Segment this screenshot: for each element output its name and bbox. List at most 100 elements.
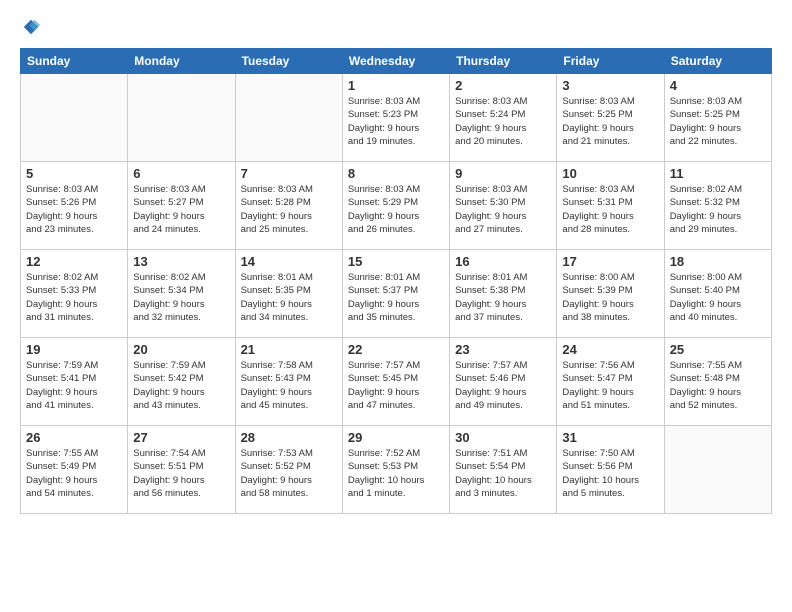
day-number: 23 bbox=[455, 342, 551, 357]
page: SundayMondayTuesdayWednesdayThursdayFrid… bbox=[0, 0, 792, 532]
calendar-day-cell: 30 Sunrise: 7:51 AM Sunset: 5:54 PM Dayli… bbox=[450, 426, 557, 514]
calendar-day-cell: 13 Sunrise: 8:02 AM Sunset: 5:34 PM Dayli… bbox=[128, 250, 235, 338]
day-number: 28 bbox=[241, 430, 337, 445]
day-of-week-header: Thursday bbox=[450, 49, 557, 74]
calendar-day-cell: 9Sunrise: 8:03 AM Sunset: 5:30 PM Daylig… bbox=[450, 162, 557, 250]
calendar-week-row: 12 Sunrise: 8:02 AM Sunset: 5:33 PM Dayli… bbox=[21, 250, 772, 338]
calendar-day-cell: 11 Sunrise: 8:02 AM Sunset: 5:32 PM Dayli… bbox=[664, 162, 771, 250]
day-info: Sunrise: 8:03 AM Sunset: 5:27 PM Dayligh… bbox=[133, 183, 229, 236]
day-info: Sunrise: 8:03 AM Sunset: 5:24 PM Dayligh… bbox=[455, 95, 551, 148]
day-info: Sunrise: 8:03 AM Sunset: 5:29 PM Dayligh… bbox=[348, 183, 444, 236]
calendar-day-cell: 24 Sunrise: 7:56 AM Sunset: 5:47 PM Dayli… bbox=[557, 338, 664, 426]
day-info: Sunrise: 8:01 AM Sunset: 5:37 PM Dayligh… bbox=[348, 271, 444, 324]
calendar-day-cell bbox=[235, 74, 342, 162]
day-info: Sunrise: 8:03 AM Sunset: 5:28 PM Dayligh… bbox=[241, 183, 337, 236]
day-of-week-header: Wednesday bbox=[342, 49, 449, 74]
day-number: 31 bbox=[562, 430, 658, 445]
calendar-day-cell: 23 Sunrise: 7:57 AM Sunset: 5:46 PM Dayli… bbox=[450, 338, 557, 426]
day-of-week-header: Friday bbox=[557, 49, 664, 74]
day-number: 11 bbox=[670, 166, 766, 181]
day-number: 30 bbox=[455, 430, 551, 445]
calendar-day-cell: 19 Sunrise: 7:59 AM Sunset: 5:41 PM Dayli… bbox=[21, 338, 128, 426]
day-info: Sunrise: 8:01 AM Sunset: 5:35 PM Dayligh… bbox=[241, 271, 337, 324]
day-number: 19 bbox=[26, 342, 122, 357]
day-number: 15 bbox=[348, 254, 444, 269]
calendar-day-cell: 12 Sunrise: 8:02 AM Sunset: 5:33 PM Dayli… bbox=[21, 250, 128, 338]
calendar-day-cell: 27 Sunrise: 7:54 AM Sunset: 5:51 PM Dayli… bbox=[128, 426, 235, 514]
day-info: Sunrise: 7:56 AM Sunset: 5:47 PM Dayligh… bbox=[562, 359, 658, 412]
calendar-header-row: SundayMondayTuesdayWednesdayThursdayFrid… bbox=[21, 49, 772, 74]
calendar-day-cell: 17Sunrise: 8:00 AM Sunset: 5:39 PM Dayli… bbox=[557, 250, 664, 338]
day-info: Sunrise: 7:58 AM Sunset: 5:43 PM Dayligh… bbox=[241, 359, 337, 412]
day-info: Sunrise: 7:53 AM Sunset: 5:52 PM Dayligh… bbox=[241, 447, 337, 500]
calendar-day-cell: 26 Sunrise: 7:55 AM Sunset: 5:49 PM Dayli… bbox=[21, 426, 128, 514]
calendar-table: SundayMondayTuesdayWednesdayThursdayFrid… bbox=[20, 48, 772, 514]
calendar-day-cell: 20 Sunrise: 7:59 AM Sunset: 5:42 PM Dayli… bbox=[128, 338, 235, 426]
calendar-day-cell: 5 Sunrise: 8:03 AM Sunset: 5:26 PM Daylig… bbox=[21, 162, 128, 250]
day-number: 10 bbox=[562, 166, 658, 181]
calendar-day-cell: 4 Sunrise: 8:03 AM Sunset: 5:25 PM Daylig… bbox=[664, 74, 771, 162]
day-number: 21 bbox=[241, 342, 337, 357]
calendar-day-cell: 3Sunrise: 8:03 AM Sunset: 5:25 PM Daylig… bbox=[557, 74, 664, 162]
day-number: 4 bbox=[670, 78, 766, 93]
day-number: 20 bbox=[133, 342, 229, 357]
day-info: Sunrise: 8:02 AM Sunset: 5:33 PM Dayligh… bbox=[26, 271, 122, 324]
day-info: Sunrise: 8:03 AM Sunset: 5:31 PM Dayligh… bbox=[562, 183, 658, 236]
day-info: Sunrise: 8:03 AM Sunset: 5:23 PM Dayligh… bbox=[348, 95, 444, 148]
day-info: Sunrise: 8:03 AM Sunset: 5:26 PM Dayligh… bbox=[26, 183, 122, 236]
calendar-day-cell: 22 Sunrise: 7:57 AM Sunset: 5:45 PM Dayli… bbox=[342, 338, 449, 426]
calendar-week-row: 26 Sunrise: 7:55 AM Sunset: 5:49 PM Dayli… bbox=[21, 426, 772, 514]
calendar-week-row: 5 Sunrise: 8:03 AM Sunset: 5:26 PM Daylig… bbox=[21, 162, 772, 250]
calendar-day-cell: 16Sunrise: 8:01 AM Sunset: 5:38 PM Dayli… bbox=[450, 250, 557, 338]
day-info: Sunrise: 8:01 AM Sunset: 5:38 PM Dayligh… bbox=[455, 271, 551, 324]
calendar-day-cell: 14 Sunrise: 8:01 AM Sunset: 5:35 PM Dayli… bbox=[235, 250, 342, 338]
day-info: Sunrise: 7:59 AM Sunset: 5:42 PM Dayligh… bbox=[133, 359, 229, 412]
day-number: 12 bbox=[26, 254, 122, 269]
day-info: Sunrise: 8:03 AM Sunset: 5:25 PM Dayligh… bbox=[670, 95, 766, 148]
calendar-day-cell: 10 Sunrise: 8:03 AM Sunset: 5:31 PM Dayli… bbox=[557, 162, 664, 250]
calendar-day-cell: 29 Sunrise: 7:52 AM Sunset: 5:53 PM Dayli… bbox=[342, 426, 449, 514]
day-number: 25 bbox=[670, 342, 766, 357]
calendar-day-cell: 6 Sunrise: 8:03 AM Sunset: 5:27 PM Daylig… bbox=[128, 162, 235, 250]
day-number: 14 bbox=[241, 254, 337, 269]
logo bbox=[20, 18, 40, 38]
day-of-week-header: Tuesday bbox=[235, 49, 342, 74]
day-info: Sunrise: 8:02 AM Sunset: 5:34 PM Dayligh… bbox=[133, 271, 229, 324]
day-number: 13 bbox=[133, 254, 229, 269]
day-number: 27 bbox=[133, 430, 229, 445]
day-number: 8 bbox=[348, 166, 444, 181]
day-number: 29 bbox=[348, 430, 444, 445]
day-number: 1 bbox=[348, 78, 444, 93]
day-info: Sunrise: 7:57 AM Sunset: 5:45 PM Dayligh… bbox=[348, 359, 444, 412]
day-info: Sunrise: 8:00 AM Sunset: 5:40 PM Dayligh… bbox=[670, 271, 766, 324]
day-of-week-header: Saturday bbox=[664, 49, 771, 74]
day-number: 7 bbox=[241, 166, 337, 181]
calendar-day-cell: 1 Sunrise: 8:03 AM Sunset: 5:23 PM Daylig… bbox=[342, 74, 449, 162]
day-info: Sunrise: 7:51 AM Sunset: 5:54 PM Dayligh… bbox=[455, 447, 551, 500]
calendar-day-cell: 2 Sunrise: 8:03 AM Sunset: 5:24 PM Daylig… bbox=[450, 74, 557, 162]
day-number: 5 bbox=[26, 166, 122, 181]
day-info: Sunrise: 7:52 AM Sunset: 5:53 PM Dayligh… bbox=[348, 447, 444, 500]
day-of-week-header: Monday bbox=[128, 49, 235, 74]
day-info: Sunrise: 7:54 AM Sunset: 5:51 PM Dayligh… bbox=[133, 447, 229, 500]
day-number: 24 bbox=[562, 342, 658, 357]
logo-icon bbox=[22, 18, 40, 36]
day-info: Sunrise: 8:02 AM Sunset: 5:32 PM Dayligh… bbox=[670, 183, 766, 236]
calendar-week-row: 19 Sunrise: 7:59 AM Sunset: 5:41 PM Dayli… bbox=[21, 338, 772, 426]
day-number: 17 bbox=[562, 254, 658, 269]
calendar-week-row: 1 Sunrise: 8:03 AM Sunset: 5:23 PM Daylig… bbox=[21, 74, 772, 162]
calendar-day-cell: 8 Sunrise: 8:03 AM Sunset: 5:29 PM Daylig… bbox=[342, 162, 449, 250]
day-number: 6 bbox=[133, 166, 229, 181]
calendar-day-cell bbox=[128, 74, 235, 162]
day-of-week-header: Sunday bbox=[21, 49, 128, 74]
day-number: 2 bbox=[455, 78, 551, 93]
day-info: Sunrise: 7:57 AM Sunset: 5:46 PM Dayligh… bbox=[455, 359, 551, 412]
day-number: 3 bbox=[562, 78, 658, 93]
calendar-day-cell: 28 Sunrise: 7:53 AM Sunset: 5:52 PM Dayli… bbox=[235, 426, 342, 514]
day-number: 26 bbox=[26, 430, 122, 445]
day-number: 22 bbox=[348, 342, 444, 357]
day-info: Sunrise: 8:03 AM Sunset: 5:30 PM Dayligh… bbox=[455, 183, 551, 236]
calendar-day-cell: 7 Sunrise: 8:03 AM Sunset: 5:28 PM Daylig… bbox=[235, 162, 342, 250]
day-info: Sunrise: 7:59 AM Sunset: 5:41 PM Dayligh… bbox=[26, 359, 122, 412]
day-info: Sunrise: 7:55 AM Sunset: 5:49 PM Dayligh… bbox=[26, 447, 122, 500]
